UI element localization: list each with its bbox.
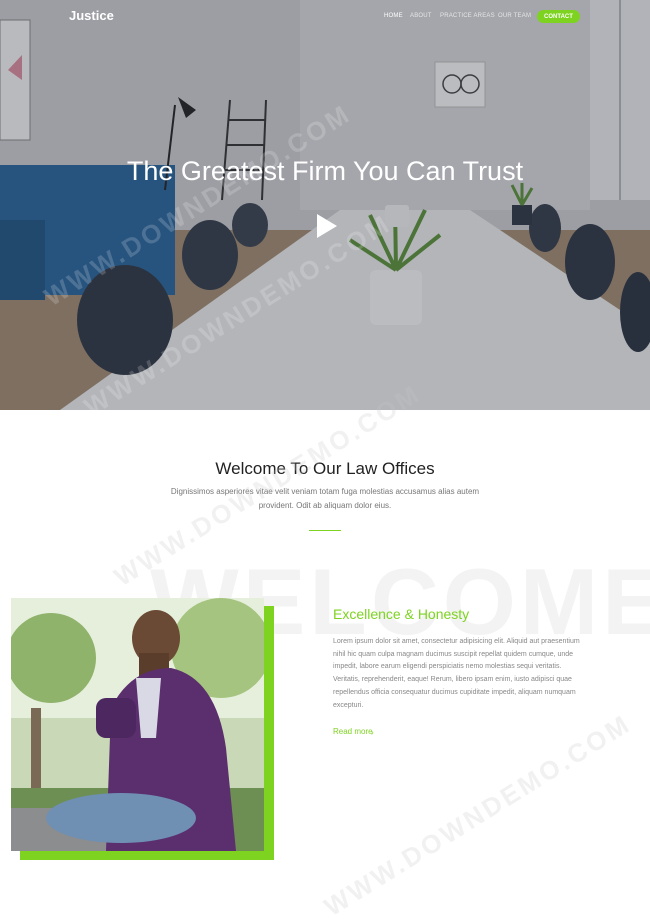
- read-more-link[interactable]: Read more: [333, 727, 373, 736]
- nav-item-home[interactable]: HOME: [384, 13, 403, 19]
- top-navigation: Justice HOME ABOUT PRACTICE AREAS OUR TE…: [0, 0, 650, 34]
- contact-button[interactable]: CONTACT: [537, 10, 580, 23]
- feature-title: Excellence & Honesty: [333, 606, 470, 622]
- nav-item-our-team[interactable]: OUR TEAM: [498, 13, 531, 19]
- nav-item-practice-areas[interactable]: PRACTICE AREAS: [440, 13, 495, 19]
- nav-item-about[interactable]: ABOUT: [410, 13, 432, 19]
- section-divider: [309, 530, 341, 531]
- watermark: WWW.DOWNDEMO.COM: [318, 708, 637, 923]
- feature-text: Lorem ipsum dolor sit amet, consectetur …: [333, 638, 580, 709]
- brand-logo[interactable]: Justice: [69, 8, 114, 23]
- hero-title: The Greatest Firm You Can Trust: [126, 156, 524, 186]
- hero-overlay: [0, 0, 650, 410]
- chevron-right-icon: ›: [371, 728, 374, 737]
- play-icon[interactable]: [314, 213, 338, 239]
- feature-photo: [11, 598, 264, 851]
- hero-section: WWW.DOWNDEMO.COM WWW.DOWNDEMO.COM Justic…: [0, 0, 650, 410]
